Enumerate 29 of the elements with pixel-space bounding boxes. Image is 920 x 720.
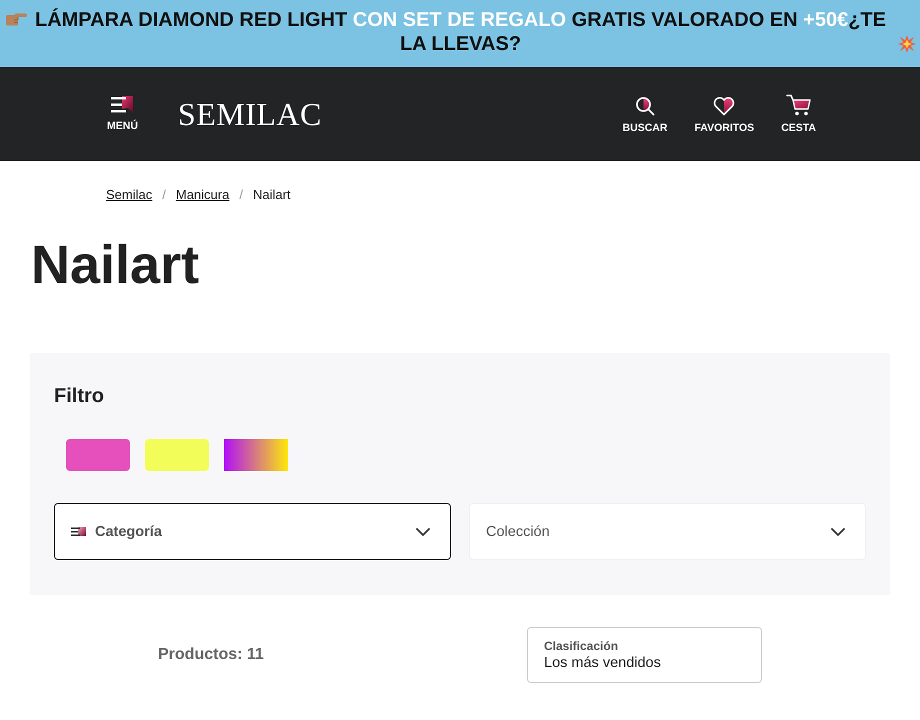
search-icon — [635, 96, 655, 116]
chevron-down-icon — [831, 528, 845, 536]
breadcrumb-link[interactable]: Semilac — [106, 187, 152, 203]
menu-icon — [111, 96, 134, 114]
color-swatch[interactable] — [145, 439, 209, 471]
breadcrumb-separator: / — [162, 187, 166, 203]
menu-button[interactable]: MENÚ — [107, 96, 138, 132]
favorites-button[interactable]: FAVORITOS — [694, 96, 754, 134]
filter-dropdown[interactable]: Colección — [469, 503, 866, 560]
color-swatch[interactable] — [66, 439, 130, 471]
cart-button[interactable]: CESTA — [781, 94, 816, 134]
sort-select[interactable]: Clasificación Los más vendidos — [527, 627, 762, 683]
search-button[interactable]: BUSCAR — [622, 96, 668, 134]
chevron-down-icon — [416, 528, 430, 536]
filter-title: Filtro — [54, 384, 104, 409]
heart-icon — [713, 96, 736, 116]
current-page-label: Nailart — [252, 187, 291, 203]
filter-dropdown[interactable]: Categoría — [54, 503, 451, 560]
product-count: Productos: 11 — [158, 646, 264, 664]
burst-icon — [898, 35, 916, 53]
pointing-hand-icon — [4, 12, 26, 26]
promo-text: LÁMPARA DIAMOND RED LIGHT CON SET DE REGALO GRATIS VALORADO EN +50€¿TE LA LLEVAS? — [34, 8, 887, 56]
cart-icon — [786, 94, 812, 116]
page-title: Nailart — [31, 234, 200, 297]
list-icon — [71, 526, 86, 536]
breadcrumb-link[interactable]: Manicura — [176, 187, 230, 203]
brand-logo[interactable]: SEMILAC — [178, 98, 322, 130]
color-swatch[interactable] — [224, 439, 288, 471]
breadcrumb-separator: / — [239, 187, 243, 203]
